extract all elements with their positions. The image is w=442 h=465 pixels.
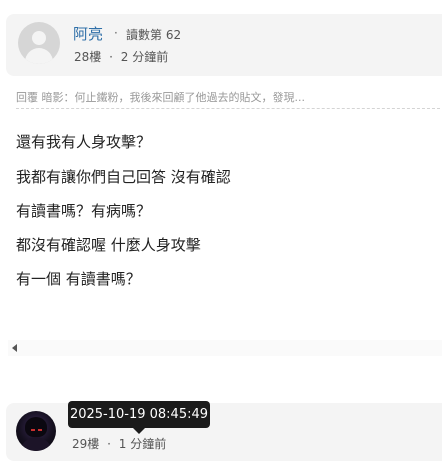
content-line: 有讀書嗎？有病嗎？ bbox=[16, 202, 152, 220]
horizontal-scrollbar[interactable] bbox=[8, 340, 442, 356]
content-line: 都沒有確認喔 什麼人身攻擊 bbox=[16, 236, 201, 254]
reply-preview[interactable]: 回覆 暗影：何止鐵粉，我後來回顧了他過去的貼文，發現... bbox=[16, 89, 436, 105]
avatar[interactable] bbox=[16, 411, 56, 451]
post-time[interactable]: 1 分鐘前 bbox=[119, 437, 166, 451]
avatar-head-shape bbox=[32, 31, 46, 45]
avatar[interactable] bbox=[18, 22, 60, 64]
floor-info: 28樓 · 2 分鐘前 bbox=[74, 48, 172, 65]
floor-info: 29樓 · 1 分鐘前 bbox=[72, 435, 170, 452]
tooltip-arrow bbox=[133, 428, 145, 434]
chevron-left-icon[interactable] bbox=[12, 344, 17, 352]
avatar-body-shape bbox=[25, 48, 53, 64]
post-header: 阿亮 · 讀數第 62 28樓 · 2 分鐘前 bbox=[6, 14, 442, 76]
floor-separator: · bbox=[107, 437, 111, 451]
content-line: 有一個 有讀書嗎？ bbox=[16, 270, 141, 288]
page: 阿亮 · 讀數第 62 28樓 · 2 分鐘前 回覆 暗影：何止鐵粉，我後來回顧… bbox=[0, 0, 442, 465]
floor-number: 28樓 bbox=[74, 50, 102, 64]
reply-divider bbox=[16, 108, 440, 109]
avatar-eye-shape bbox=[31, 429, 35, 431]
read-count: 讀數第 62 bbox=[126, 28, 182, 42]
avatar-cloak-shape bbox=[20, 437, 52, 451]
author-name[interactable]: 阿亮 bbox=[73, 23, 103, 44]
content-line: 還有我有人身攻擊？ bbox=[16, 133, 152, 151]
post-time[interactable]: 2 分鐘前 bbox=[121, 50, 168, 64]
avatar-hair-shape bbox=[25, 417, 47, 437]
content-line: 我都有讓你們自己回答 沒有確認 bbox=[16, 168, 231, 186]
timestamp-tooltip: 2025-10-19 08:45:49 bbox=[68, 401, 210, 428]
avatar-eye-shape bbox=[38, 429, 42, 431]
floor-separator: · bbox=[109, 50, 113, 64]
meta-separator: · bbox=[114, 26, 118, 40]
floor-number: 29樓 bbox=[72, 437, 100, 451]
